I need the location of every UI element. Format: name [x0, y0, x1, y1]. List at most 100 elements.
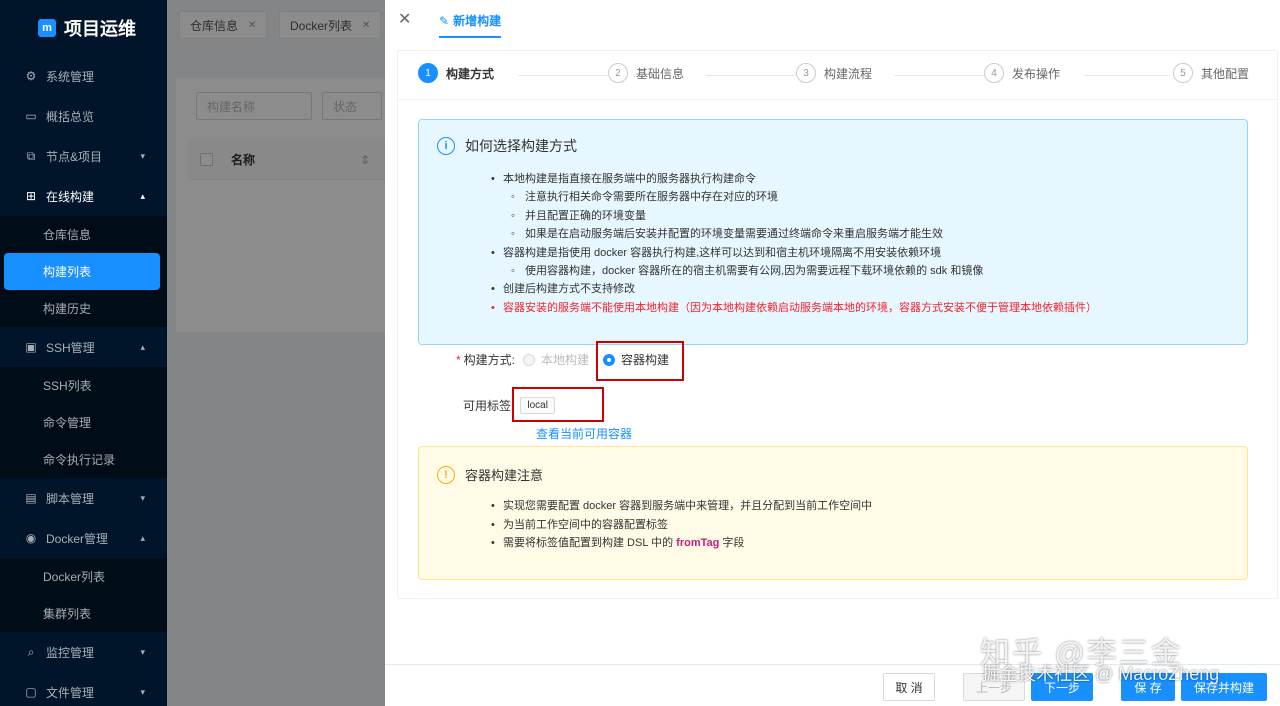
sidebar-item-docker-list[interactable]: Docker列表 [0, 558, 167, 595]
info-list: 本地构建是指直接在服务端中的服务器执行构建命令 注意执行相关命令需要所在服务器中… [491, 170, 1231, 318]
sidebar-item-ssh[interactable]: ▣ SSH管理 ▴ [0, 327, 167, 367]
sidebar-item-monitor[interactable]: ⌕ 监控管理 ▾ [0, 632, 167, 672]
step-basic-info[interactable]: 2 基础信息 [608, 63, 693, 83]
warning-icon: ! [437, 465, 455, 484]
title-underline [439, 36, 501, 38]
radio-label: 本地构建 [541, 353, 590, 367]
chevron-down-icon: ▾ [140, 150, 145, 161]
from-tag-code: fromTag [676, 537, 720, 549]
divider [398, 99, 1277, 100]
sidebar-item-online-build[interactable]: ⊞ 在线构建 ▴ [0, 176, 167, 216]
tags-label: 可用标签: [463, 399, 515, 413]
build-form-card: 1 构建方式 2 基础信息 3 构建流程 4 发布操作 5 其他配置 i 如何选… [397, 50, 1278, 599]
chevron-down-icon: ▾ [140, 492, 145, 503]
sidebar-item-command-log[interactable]: 命令执行记录 [0, 441, 167, 478]
close-icon[interactable]: ✕ [398, 9, 411, 29]
chevron-up-icon: ▴ [140, 532, 145, 543]
step-label: 基础信息 [636, 66, 685, 81]
required-mark: * [456, 352, 461, 367]
info-alert: i 如何选择构建方式 本地构建是指直接在服务端中的服务器执行构建命令 注意执行相… [418, 119, 1248, 345]
step-other-config[interactable]: 5 其他配置 [1173, 63, 1258, 83]
list-item: 使用容器构建，docker 容器所在的宿主机需要有公网,因为需要远程下载环境依赖… [491, 262, 1231, 281]
build-mode-label: 构建方式: [463, 353, 516, 367]
step-publish[interactable]: 4 发布操作 [984, 63, 1069, 83]
list-item: 如果是在启动服务端后安装并配置的环境变量需要通过终端命令来重启服务端才能生效 [491, 225, 1231, 244]
chevron-down-icon: ▾ [140, 686, 145, 697]
logo-icon: m [38, 19, 56, 37]
warning-list: 实现您需要配置 docker 容器到服务端中来管理，并且分配到当前工作空间中 为… [491, 497, 872, 553]
step-number: 2 [608, 63, 628, 83]
app-logo[interactable]: m 项目运维 [0, 0, 167, 56]
sidebar-item-files[interactable]: ▢ 文件管理 ▾ [0, 672, 167, 706]
list-item: 本地构建是指直接在服务端中的服务器执行构建命令 [491, 170, 1231, 189]
warning-title-text: 容器构建注意 [465, 468, 544, 483]
sidebar-item-label: 节点&项目 [46, 149, 103, 164]
list-item: 实现您需要配置 docker 容器到服务端中来管理，并且分配到当前工作空间中 [491, 497, 872, 516]
drawer-header: ✕ ✎ 新增构建 [385, 0, 1280, 38]
drawer-title[interactable]: ✎ 新增构建 [439, 12, 501, 29]
prev-step-button[interactable]: 上一步 [963, 673, 1025, 701]
warning-alert: ! 容器构建注意 实现您需要配置 docker 容器到服务端中来管理，并且分配到… [418, 446, 1248, 580]
sidebar-item-build-list[interactable]: 构建列表 [4, 253, 160, 290]
sidebar-item-label: 监控管理 [46, 645, 95, 660]
save-and-build-button[interactable]: 保存并构建 [1181, 673, 1267, 701]
new-build-drawer: ✕ ✎ 新增构建 1 构建方式 2 基础信息 3 构建流程 4 发布操作 5 其… [385, 0, 1280, 706]
list-item: 容器构建是指使用 docker 容器执行构建,这样可以达到和宿主机环境隔离不用安… [491, 244, 1231, 263]
cancel-button[interactable]: 取 消 [883, 673, 935, 701]
sidebar-item-cluster-list[interactable]: 集群列表 [0, 595, 167, 632]
app-title: 项目运维 [64, 19, 136, 39]
sidebar-item-label: 概括总览 [46, 109, 95, 124]
chevron-up-icon: ▴ [140, 190, 145, 201]
highlight-box [596, 341, 684, 381]
next-step-button[interactable]: 下一步 [1031, 673, 1093, 701]
list-item: 需要将标签值配置到构建 DSL 中的 fromTag 字段 [491, 534, 872, 553]
drawer-footer: 取 消 上一步 下一步 保 存 保存并构建 [385, 664, 1280, 706]
chevron-down-icon: ▾ [140, 646, 145, 657]
info-icon: i [437, 137, 455, 155]
text-post: 字段 [719, 537, 745, 549]
view-containers-link[interactable]: 查看当前可用容器 [536, 425, 632, 442]
sidebar-item-nodes[interactable]: ⧉ 节点&项目 ▾ [0, 136, 167, 176]
build-icon: ⊞ [25, 189, 37, 203]
sidebar-item-repo-info[interactable]: 仓库信息 [0, 216, 167, 253]
drawer-title-text: 新增构建 [453, 14, 502, 28]
step-label: 构建流程 [824, 66, 873, 81]
file-icon: ▤ [25, 491, 37, 505]
sidebar-item-system[interactable]: ⚙ 系统管理 [0, 56, 167, 96]
sidebar: m 项目运维 ⚙ 系统管理 ▭ 概括总览 ⧉ 节点&项目 ▾ ⊞ 在线构建 ▴ … [0, 0, 167, 706]
save-button[interactable]: 保 存 [1121, 673, 1175, 701]
step-connector [706, 75, 806, 76]
step-build-flow[interactable]: 3 构建流程 [796, 63, 881, 83]
sidebar-item-label: 脚本管理 [46, 491, 95, 506]
sidebar-item-script[interactable]: ▤ 脚本管理 ▾ [0, 478, 167, 518]
info-alert-title: i 如何选择构建方式 [437, 136, 577, 156]
step-connector [894, 75, 994, 76]
highlight-box [512, 387, 604, 422]
drawer-mask[interactable] [167, 0, 385, 706]
list-item: 为当前工作空间中的容器配置标签 [491, 516, 872, 535]
list-item: 创建后构建方式不支持修改 [491, 280, 1231, 299]
nodes-icon: ⧉ [26, 148, 36, 163]
folder-icon: ▢ [25, 685, 37, 699]
step-build-mode[interactable]: 1 构建方式 [418, 63, 503, 83]
step-number: 3 [796, 63, 816, 83]
info-title-text: 如何选择构建方式 [465, 138, 577, 154]
step-number: 1 [418, 63, 438, 83]
sidebar-item-label: SSH管理 [46, 340, 95, 355]
sidebar-item-ssh-list[interactable]: SSH列表 [0, 367, 167, 404]
list-item: 并且配置正确的环境变量 [491, 207, 1231, 226]
radio-circle [523, 353, 536, 366]
ssh-submenu: SSH列表 命令管理 命令执行记录 [0, 367, 167, 478]
step-connector [1084, 75, 1170, 76]
sidebar-item-build-history[interactable]: 构建历史 [0, 290, 167, 327]
gear-icon: ⚙ [25, 69, 37, 83]
sidebar-item-label: 在线构建 [46, 189, 95, 204]
sidebar-item-command-mgmt[interactable]: 命令管理 [0, 404, 167, 441]
sidebar-item-overview[interactable]: ▭ 概括总览 [0, 96, 167, 136]
step-label: 其他配置 [1201, 66, 1250, 81]
docker-icon: ◉ [25, 531, 37, 545]
sidebar-item-docker[interactable]: ◉ Docker管理 ▴ [0, 518, 167, 558]
step-number: 5 [1173, 63, 1193, 83]
step-connector [518, 75, 618, 76]
radio-local-build[interactable]: 本地构建 [523, 351, 589, 368]
